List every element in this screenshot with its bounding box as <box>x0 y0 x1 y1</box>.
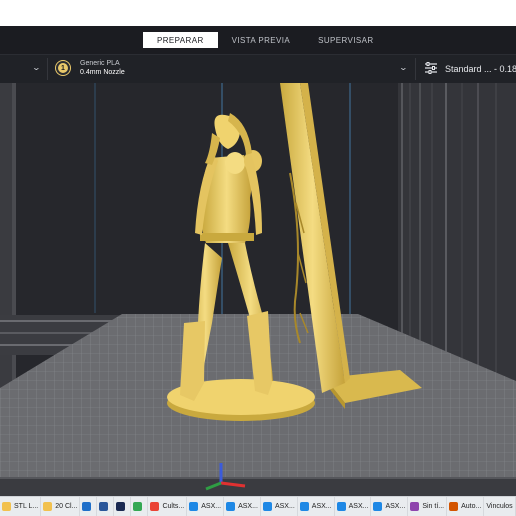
taskbar-item[interactable]: Cults... <box>148 496 188 516</box>
frame-right <box>398 83 516 383</box>
taskbar-item[interactable]: ASX... <box>224 496 261 516</box>
cura-icon <box>262 502 272 511</box>
taskbar-item-label: ASX... <box>348 503 369 510</box>
chevron-down-icon[interactable]: ⌄ <box>32 63 41 72</box>
scene <box>0 83 516 496</box>
chevron-down-icon[interactable]: ⌄ <box>399 63 408 72</box>
taskbar-item[interactable]: ASX... <box>298 496 335 516</box>
taskbar-item[interactable]: ASX... <box>371 496 409 516</box>
window-top-strip <box>0 0 516 26</box>
taskbar-item-label: STL L... <box>14 503 39 510</box>
taskbar-item-label: Sin tí... <box>422 503 445 510</box>
taskbar-item-label: Cults... <box>162 503 185 510</box>
taskbar-item-label: ASX... <box>201 503 222 510</box>
stage-tabs: PREPARAR VISTA PREVIA SUPERVISAR <box>143 32 388 48</box>
taskbar-item-label: ASX... <box>274 503 295 510</box>
taskbar-item[interactable] <box>80 496 98 516</box>
nozzle-size: 0.4mm Nozzle <box>80 69 125 76</box>
extruder-badge[interactable]: 1 <box>56 61 70 75</box>
tab-supervisar[interactable]: SUPERVISAR <box>304 32 387 48</box>
folder-icon <box>43 502 53 511</box>
photoshop-icon <box>116 502 126 511</box>
tab-preparar[interactable]: PREPARAR <box>143 32 218 48</box>
chrome-icon <box>133 502 143 511</box>
word-icon <box>99 502 109 511</box>
material-name: Generic PLA <box>80 60 120 67</box>
chrome-icon <box>150 502 160 511</box>
taskbar-item[interactable]: STL L... <box>0 496 42 516</box>
tab-vista-previa[interactable]: VISTA PREVIA <box>218 32 304 48</box>
taskbar-item-label: Vinculos <box>486 503 513 510</box>
taskbar-item-label: ASX... <box>238 503 258 510</box>
taskbar-item[interactable]: ASX... <box>335 496 372 516</box>
cura-icon <box>299 502 309 511</box>
taskbar-item[interactable]: Sin tí... <box>408 496 448 516</box>
taskbar-item[interactable]: ASX... <box>261 496 298 516</box>
taskbar-item-label: ASX... <box>385 503 406 510</box>
taskbar-item[interactable]: ASX... <box>187 496 225 516</box>
settings-bar <box>0 54 516 83</box>
taskbar-item-label: ASX... <box>311 503 332 510</box>
cura-icon <box>336 502 346 511</box>
taskbar-item[interactable] <box>131 496 149 516</box>
cura-icon <box>189 502 199 511</box>
divider <box>47 58 48 80</box>
taskbar-item-label: 20 Cl... <box>55 503 78 510</box>
autocad-icon <box>449 502 459 511</box>
taskbar-item[interactable]: Auto... <box>447 496 485 516</box>
taskbar-item-label: Auto... <box>461 503 482 510</box>
mail-icon <box>82 502 92 511</box>
taskbar-item[interactable]: 20 Cl... <box>41 496 81 516</box>
paint-icon <box>410 502 420 511</box>
taskbar-item[interactable] <box>97 496 115 516</box>
sliders-icon[interactable] <box>424 62 438 74</box>
cura-window: PREPARAR VISTA PREVIA SUPERVISAR ⌄ 1 Gen… <box>0 0 516 516</box>
folder-icon <box>2 502 11 511</box>
taskbar-item[interactable]: Vinculos <box>484 496 516 516</box>
3d-viewport[interactable] <box>0 83 516 496</box>
taskbar-item[interactable] <box>114 496 132 516</box>
divider <box>415 58 416 80</box>
windows-taskbar: STL L... 20 Cl... Cults... ASX... ASX... ASX.… <box>0 496 516 516</box>
cura-icon <box>226 502 236 511</box>
cura-icon <box>373 502 383 511</box>
print-profile-label[interactable]: Standard ... - 0.18m <box>445 64 516 74</box>
